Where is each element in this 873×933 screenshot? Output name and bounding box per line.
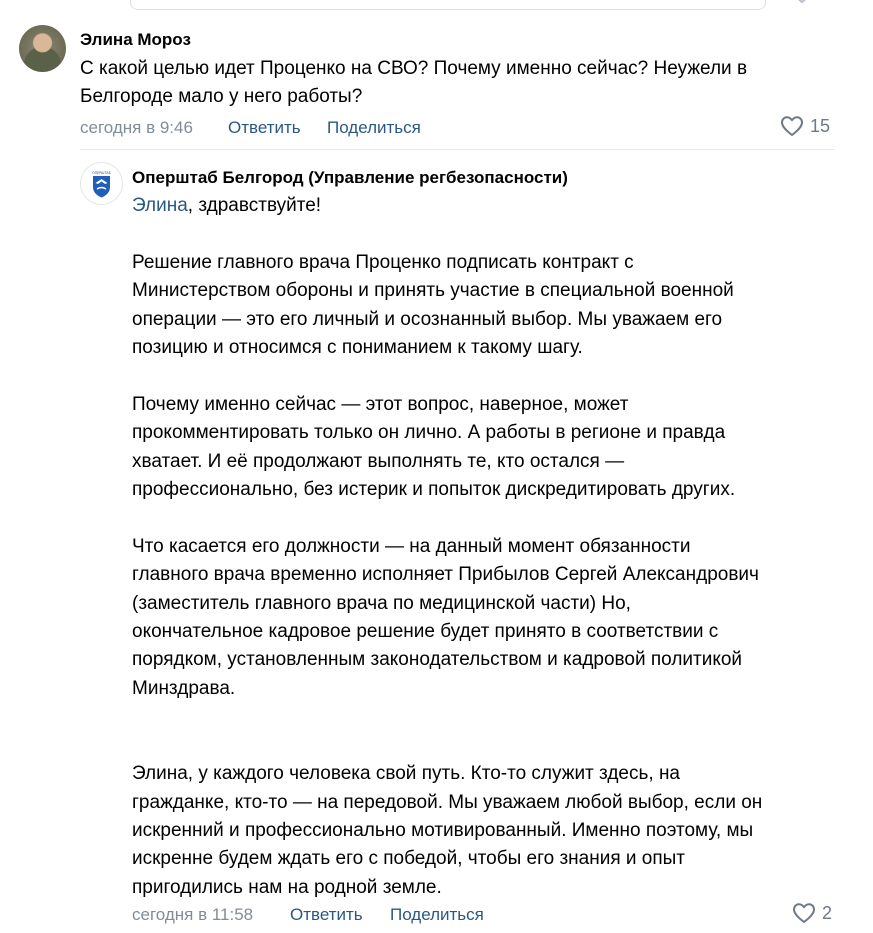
- share-button[interactable]: Поделиться: [390, 904, 484, 926]
- heart-icon: [781, 116, 803, 136]
- like-count: 2: [822, 902, 833, 923]
- comment-time[interactable]: сегодня в 9:46: [80, 117, 193, 139]
- reply-button[interactable]: Ответить: [228, 117, 301, 139]
- greeting-text: , здравствуйте!: [187, 195, 322, 216]
- share-button[interactable]: Поделиться: [327, 117, 421, 139]
- chevron-icon[interactable]: [792, 0, 812, 6]
- avatar[interactable]: ОПЕРШТАБ: [80, 162, 123, 205]
- like-button[interactable]: 15: [780, 115, 830, 137]
- reply-button[interactable]: Ответить: [290, 904, 363, 926]
- like-count: 15: [810, 115, 831, 136]
- svg-text:ОПЕРШТАБ: ОПЕРШТАБ: [92, 171, 111, 175]
- comment-time[interactable]: сегодня в 11:58: [132, 904, 253, 926]
- comment-text: Решение главного врача Проценко подписат…: [132, 251, 763, 898]
- divider: [80, 149, 835, 150]
- mention-link[interactable]: Элина: [132, 195, 188, 216]
- comment-text: С какой целью идет Проценко на СВО? Поче…: [80, 58, 748, 108]
- reply-input[interactable]: [130, 0, 766, 10]
- avatar[interactable]: [19, 25, 66, 72]
- greeting-line: Элина, здравствуйте!: [132, 192, 852, 220]
- comment-author[interactable]: Элина Мороз: [80, 29, 191, 51]
- comment-author[interactable]: Оперштаб Белгород (Управление регбезопас…: [132, 167, 568, 189]
- like-button[interactable]: 2: [792, 902, 832, 924]
- emblem-logo-icon: ОПЕРШТАБ: [92, 171, 111, 198]
- heart-icon: [793, 903, 815, 923]
